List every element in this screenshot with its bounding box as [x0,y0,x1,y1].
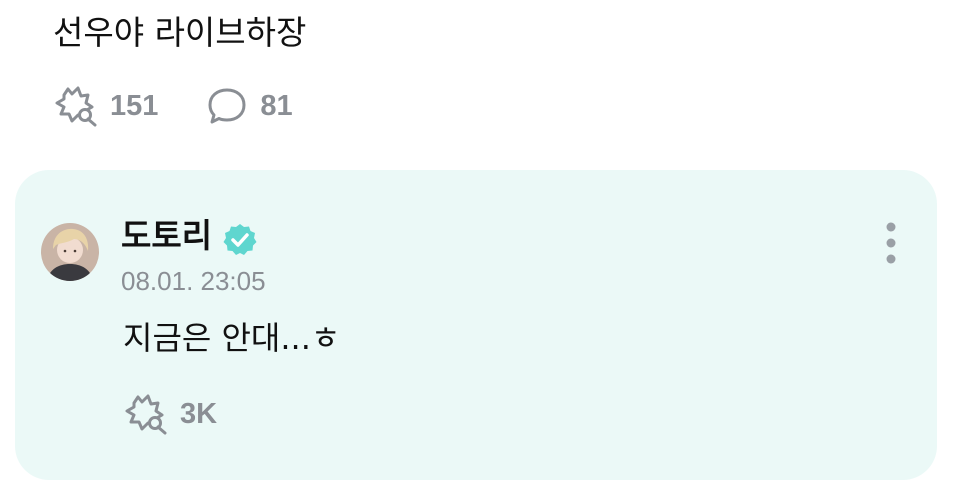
verified-badge-icon [222,222,258,258]
comment-like-count: 3K [180,397,218,430]
post-like-count: 151 [110,89,159,122]
post-stats: 151 81 [54,84,293,128]
comment-timestamp: 08.01. 23:05 [121,266,266,296]
more-options-button[interactable] [873,220,909,270]
comment-like-button[interactable]: 3K [124,392,217,436]
author-name[interactable]: 도토리 [121,214,212,258]
post-text: 선우야 라이브하장 [53,13,307,52]
like-icon[interactable] [54,84,100,128]
comment-icon[interactable] [204,84,250,128]
author-avatar[interactable] [41,223,99,281]
like-icon[interactable] [124,392,170,436]
comment-card: 도토리 08.01. 23:05 지금은 안대...ㅎ 3K [15,170,937,480]
comment-stats: 3K [124,392,217,436]
comment-text: 지금은 안대...ㅎ [123,319,341,357]
post-comment-count: 81 [260,89,293,122]
post-like-button[interactable]: 151 [54,84,158,128]
vertical-ellipsis-icon[interactable] [885,221,897,269]
post-comment-button[interactable]: 81 [204,84,293,128]
